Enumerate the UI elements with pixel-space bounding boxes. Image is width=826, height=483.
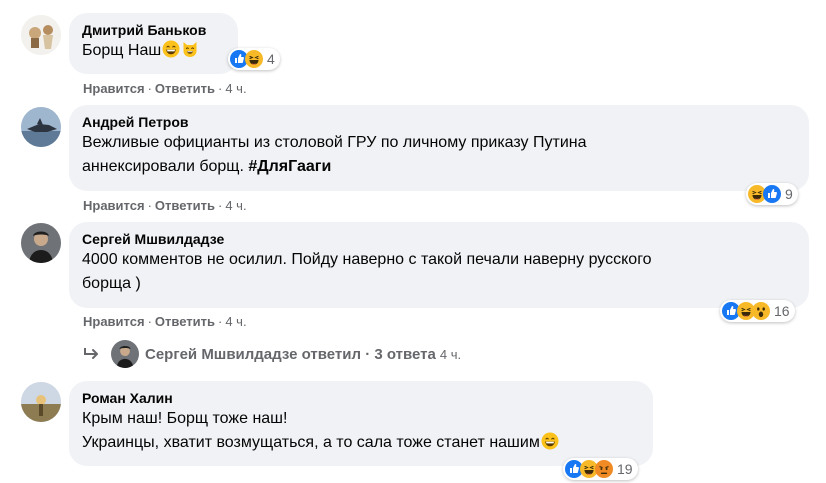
separator: · — [147, 314, 152, 329]
reaction-summary[interactable]: 4 — [228, 48, 280, 70]
comment-actions: Нравится · Ответить · 4 ч. — [83, 81, 247, 96]
hashtag-link[interactable]: #ДляГааги — [248, 158, 331, 175]
timestamp[interactable]: 4 ч. — [225, 314, 246, 329]
reaction-count: 16 — [774, 303, 790, 319]
reply-link[interactable]: Ответить — [155, 314, 215, 329]
comment-author[interactable]: Андрей Петров — [82, 113, 797, 131]
reply-link[interactable]: Ответить — [155, 198, 215, 213]
cat-face-icon — [181, 40, 199, 58]
reply-link[interactable]: Ответить — [155, 81, 215, 96]
comment-text-line: Вежливые официанты из столовой ГРУ по ли… — [82, 134, 587, 151]
comment-text-line: Крым наш! Борщ тоже наш! — [82, 410, 288, 427]
comment-text: 4000 комментов не осилил. Пойду наверно … — [82, 251, 652, 292]
reaction-summary[interactable]: 19 — [563, 458, 638, 480]
separator: · — [147, 198, 152, 213]
comment-text: Вежливые официанты из столовой ГРУ по ли… — [82, 131, 797, 179]
comment-author[interactable]: Дмитрий Баньков — [82, 21, 226, 39]
avatar[interactable] — [21, 382, 61, 422]
comment-text-line: Украинцы, хватит возмущаться, а то сала … — [82, 434, 540, 451]
comment-text: Крым наш! Борщ тоже наш! Украинцы, хватит… — [82, 407, 641, 455]
comment-text-body: Борщ Наш — [82, 42, 162, 59]
comment-actions: Нравится · Ответить · 4 ч. — [83, 314, 247, 329]
comment-bubble: Сергей Мшвилдадзе 4000 комментов не осил… — [69, 222, 809, 308]
timestamp[interactable]: 4 ч. — [225, 198, 246, 213]
wow-icon — [752, 302, 770, 320]
timestamp: 4 ч. — [439, 346, 462, 362]
avatar[interactable] — [21, 15, 61, 55]
comment-text: Борщ Наш — [82, 39, 226, 63]
replies-text: Сергей Мшвилдадзе ответил · 3 ответа — [145, 345, 436, 363]
avatar[interactable] — [21, 223, 61, 263]
like-link[interactable]: Нравится — [83, 198, 145, 213]
comment-author[interactable]: Роман Халин — [82, 389, 641, 407]
avatar — [111, 340, 139, 368]
reaction-summary[interactable]: 9 — [746, 183, 798, 205]
view-replies-link[interactable]: Сергей Мшвилдадзе ответил · 3 ответа 4 ч… — [83, 340, 461, 368]
separator: · — [217, 314, 223, 329]
comment-actions: Нравится · Ответить · 4 ч. — [83, 198, 247, 213]
reaction-count: 9 — [785, 186, 793, 202]
comment-bubble: Роман Халин Крым наш! Борщ тоже наш! Укра… — [69, 381, 653, 466]
reply-arrow-icon — [84, 348, 98, 359]
like-link[interactable]: Нравится — [83, 314, 145, 329]
like-link[interactable]: Нравится — [83, 81, 145, 96]
comment-bubble: Андрей Петров Вежливые официанты из стол… — [69, 105, 809, 191]
grinning-face-icon — [541, 432, 559, 450]
separator: · — [147, 81, 152, 96]
like-icon — [763, 185, 781, 203]
reaction-summary[interactable]: 16 — [720, 300, 795, 322]
comment-text-line: аннексировали борщ. — [82, 158, 249, 175]
comment-author[interactable]: Сергей Мшвилдадзе — [82, 230, 797, 248]
separator: · — [217, 198, 223, 213]
avatar[interactable] — [21, 107, 61, 147]
haha-icon — [245, 50, 263, 68]
reaction-count: 4 — [267, 51, 275, 67]
reaction-count: 19 — [617, 461, 633, 477]
grinning-face-icon — [162, 40, 180, 58]
timestamp[interactable]: 4 ч. — [225, 81, 246, 96]
angry-icon — [595, 460, 613, 478]
comment-bubble: Дмитрий Баньков Борщ Наш — [69, 13, 238, 74]
separator: · — [217, 81, 223, 96]
